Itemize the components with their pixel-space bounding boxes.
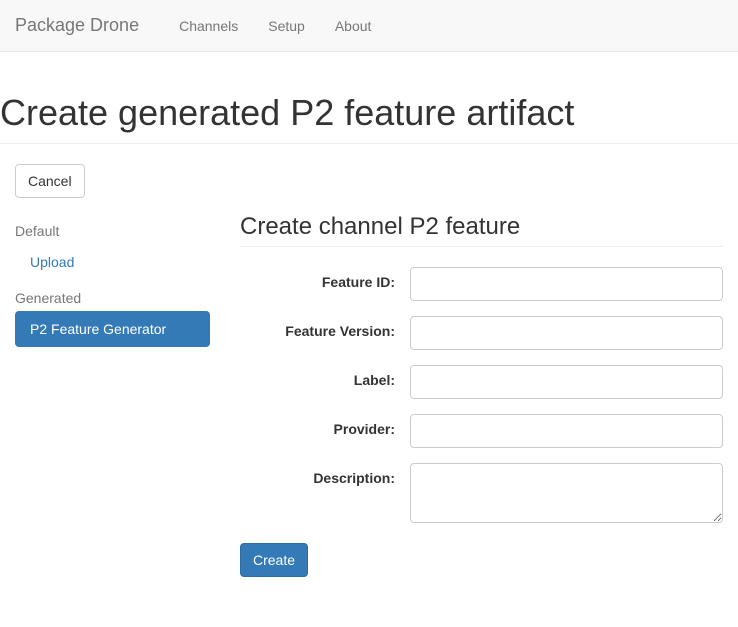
- navbar-nav: Channels Setup About: [164, 3, 386, 49]
- sidebar-item-upload[interactable]: Upload: [15, 244, 210, 280]
- p2-feature-form: Feature ID: Feature Version: Label:: [240, 267, 723, 577]
- nav-link-channels[interactable]: Channels: [164, 3, 253, 49]
- label-provider: Provider:: [240, 414, 410, 437]
- nav-link-setup[interactable]: Setup: [253, 3, 320, 49]
- nav-link-about[interactable]: About: [320, 3, 387, 49]
- input-label[interactable]: [410, 365, 723, 399]
- sidebar-header-default: Default: [15, 213, 210, 244]
- navbar-brand[interactable]: Package Drone: [15, 0, 154, 51]
- input-feature-version[interactable]: [410, 316, 723, 350]
- input-description[interactable]: [410, 463, 723, 523]
- form-title: Create channel P2 feature: [240, 213, 723, 247]
- label-feature-id: Feature ID:: [240, 267, 410, 290]
- label-label: Label:: [240, 365, 410, 388]
- page-title: Create generated P2 feature artifact: [0, 92, 738, 134]
- sidebar-item-p2-feature-generator[interactable]: P2 Feature Generator: [15, 311, 210, 347]
- input-provider[interactable]: [410, 414, 723, 448]
- navbar: Package Drone Channels Setup About: [0, 0, 738, 52]
- toolbar: Cancel: [15, 164, 723, 198]
- label-description: Description:: [240, 463, 410, 486]
- sidebar-header-generated: Generated: [15, 280, 210, 311]
- label-feature-version: Feature Version:: [240, 316, 410, 339]
- main-content: Create channel P2 feature Feature ID: Fe…: [225, 213, 723, 577]
- page-header: Create generated P2 feature artifact: [0, 92, 738, 144]
- create-button[interactable]: Create: [240, 543, 308, 577]
- sidebar: Default Upload Generated P2 Feature Gene…: [15, 213, 225, 577]
- cancel-button[interactable]: Cancel: [15, 164, 85, 198]
- input-feature-id[interactable]: [410, 267, 723, 301]
